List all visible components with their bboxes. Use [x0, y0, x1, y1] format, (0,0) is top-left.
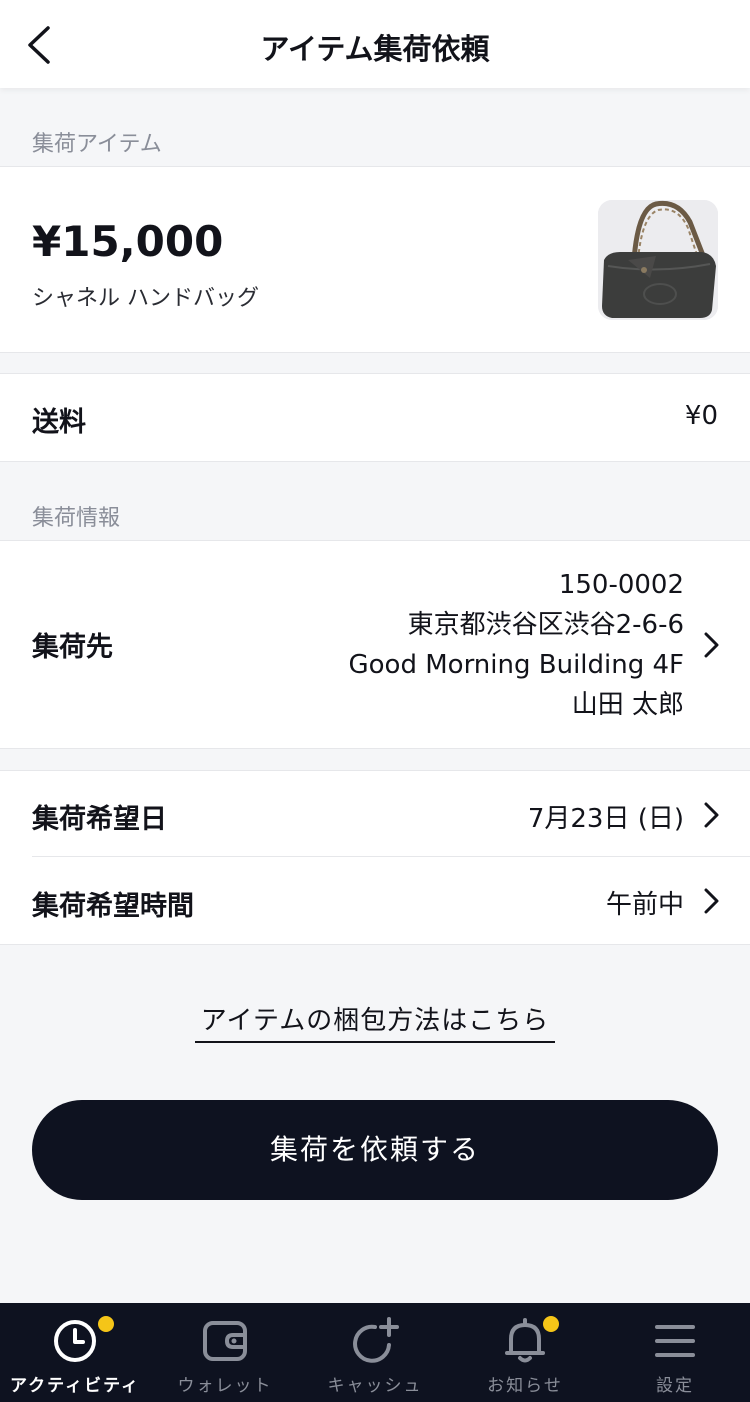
cash-add-icon — [353, 1317, 399, 1363]
page-title: アイテム集荷依頼 — [260, 32, 490, 66]
pickup-address-row[interactable]: 集荷先 150-0002 東京都渋谷区渋谷2-6-6 Good Morning … — [0, 540, 750, 749]
shipping-fee-label: 送料 — [32, 407, 86, 438]
shipping-fee-value: ¥0 — [684, 401, 718, 431]
pickup-date-row[interactable]: 集荷希望日 7月23日 (日) — [0, 771, 750, 857]
pickup-section-label: 集荷情報 — [32, 506, 121, 531]
item-section-label: 集荷アイテム — [32, 132, 162, 157]
handbag-image — [598, 200, 718, 320]
shipping-fee-row: 送料 ¥0 — [0, 373, 750, 462]
notification-badge — [543, 1316, 559, 1332]
pickup-time-row[interactable]: 集荷希望時間 午前中 — [0, 857, 750, 945]
item-card: ¥15,000 シャネル ハンドバッグ — [0, 166, 750, 353]
tab-label: ウォレット — [177, 1376, 273, 1396]
packing-guide-link-wrap: アイテムの梱包方法はこちら — [0, 1000, 750, 1043]
tab-notifications[interactable]: お知らせ — [450, 1303, 600, 1402]
chevron-right-icon — [704, 802, 719, 828]
tab-activity[interactable]: アクティビティ — [0, 1303, 150, 1402]
app-header: アイテム集荷依頼 — [0, 0, 750, 88]
tab-cash[interactable]: キャッシュ — [300, 1303, 450, 1402]
packing-guide-link[interactable]: アイテムの梱包方法はこちら — [194, 1000, 556, 1043]
item-thumbnail — [598, 200, 718, 320]
tab-label: アクティビティ — [9, 1376, 141, 1396]
chevron-right-icon — [704, 888, 719, 914]
pickup-date-label: 集荷希望日 — [32, 804, 167, 835]
item-name: シャネル ハンドバッグ — [32, 286, 259, 311]
menu-icon — [655, 1325, 695, 1357]
tab-label: 設定 — [656, 1376, 694, 1396]
request-pickup-button[interactable]: 集荷を依頼する — [32, 1100, 718, 1200]
chevron-right-icon — [704, 632, 719, 658]
pickup-address-value: 150-0002 東京都渋谷区渋谷2-6-6 Good Morning Buil… — [349, 565, 685, 725]
address-building: Good Morning Building 4F — [348, 650, 685, 680]
address-postal-code: 150-0002 — [558, 570, 684, 600]
tab-wallet[interactable]: ウォレット — [150, 1303, 300, 1402]
pickup-time-value: 午前中 — [605, 890, 684, 920]
tab-label: お知らせ — [487, 1376, 563, 1396]
address-street: 東京都渋谷区渋谷2-6-6 — [407, 610, 684, 640]
wallet-icon — [203, 1321, 247, 1361]
address-recipient: 山田 太郎 — [571, 690, 684, 720]
activity-badge — [98, 1316, 114, 1332]
pickup-time-label: 集荷希望時間 — [32, 891, 194, 922]
pickup-date-value: 7月23日 (日) — [527, 804, 684, 834]
tab-settings[interactable]: 設定 — [600, 1303, 750, 1402]
tab-label: キャッシュ — [327, 1376, 423, 1396]
bell-icon — [505, 1318, 545, 1363]
item-price: ¥15,000 — [32, 217, 224, 266]
pickup-schedule-card: 集荷希望日 7月23日 (日) 集荷希望時間 午前中 — [0, 770, 750, 945]
bottom-tab-bar: アクティビティ ウォレット キャッシュ お知らせ 設定 — [0, 1303, 750, 1402]
clock-icon — [54, 1320, 96, 1362]
pickup-address-label: 集荷先 — [32, 632, 113, 663]
